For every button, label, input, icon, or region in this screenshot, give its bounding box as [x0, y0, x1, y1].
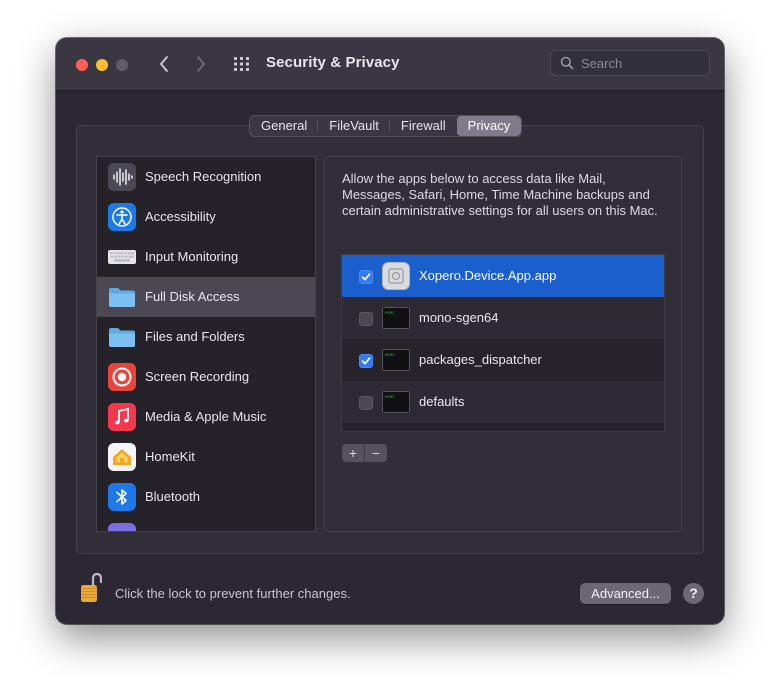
app-checkbox[interactable]	[359, 312, 373, 326]
app-list[interactable]: Xopero.Device.App.app exec mono-sgen64 e…	[341, 254, 665, 432]
screen-recording-icon	[108, 363, 136, 391]
add-remove-control: + −	[342, 444, 387, 462]
music-note-icon	[108, 403, 136, 431]
chevron-left-icon	[160, 56, 168, 72]
sidebar-item-label: Input Monitoring	[145, 249, 239, 264]
app-row-mono-sgen64[interactable]: exec mono-sgen64	[342, 297, 664, 339]
full-disk-access-panel: Allow the apps below to access data like…	[324, 156, 682, 532]
sidebar-item-speech-recognition[interactable]: Speech Recognition	[97, 157, 315, 197]
help-button[interactable]: ?	[683, 583, 704, 604]
tab-privacy[interactable]: Privacy	[456, 116, 522, 136]
sidebar-item-bluetooth[interactable]: Bluetooth	[97, 477, 315, 517]
unlocked-lock-icon[interactable]	[80, 572, 102, 604]
svg-text:exec: exec	[385, 352, 395, 357]
terminal-exec-icon: exec	[382, 307, 410, 329]
tab-bar: General FileVault Firewall Privacy	[249, 115, 523, 137]
show-all-button[interactable]	[232, 55, 252, 73]
checkmark-icon	[361, 273, 371, 281]
tab-general[interactable]: General	[250, 116, 319, 136]
app-row-xopero[interactable]: Xopero.Device.App.app	[342, 255, 664, 297]
chevron-right-icon	[197, 56, 205, 72]
sidebar-item-accessibility[interactable]: Accessibility	[97, 197, 315, 237]
sidebar-item-full-disk-access[interactable]: Full Disk Access	[97, 277, 315, 317]
sidebar-item-label: HomeKit	[145, 449, 195, 464]
home-icon	[108, 443, 136, 471]
remove-app-button[interactable]: −	[365, 444, 387, 462]
accessibility-icon	[108, 203, 136, 231]
window-title: Security & Privacy	[266, 54, 400, 71]
svg-text:exec: exec	[385, 310, 395, 315]
sidebar-item-label: Speech Recognition	[145, 169, 262, 184]
grid-icon	[234, 57, 249, 71]
generic-app-icon	[382, 262, 410, 290]
folder-icon	[109, 328, 135, 347]
sidebar-item-files-and-folders[interactable]: Files and Folders	[97, 317, 315, 357]
forward-button[interactable]	[190, 53, 212, 75]
add-app-button[interactable]: +	[342, 444, 365, 462]
sidebar-item-label: Media & Apple Music	[145, 409, 267, 424]
sidebar-item-label: Screen Recording	[145, 369, 250, 384]
privacy-category-list[interactable]: Speech Recognition Accessibility Input M…	[96, 156, 316, 532]
folder-icon	[109, 288, 135, 307]
app-checkbox[interactable]	[359, 270, 373, 284]
app-name: mono-sgen64	[419, 310, 499, 325]
zoom-window-button[interactable]	[116, 59, 128, 71]
sidebar-item-label: Files and Folders	[145, 329, 245, 344]
panel-description: Allow the apps below to access data like…	[342, 171, 658, 218]
svg-text:exec: exec	[385, 394, 395, 399]
app-checkbox[interactable]	[359, 396, 373, 410]
close-window-button[interactable]	[76, 59, 88, 71]
terminal-exec-icon: exec	[382, 349, 410, 371]
sidebar-item-label: Bluetooth	[145, 489, 200, 504]
search-input[interactable]	[581, 54, 701, 72]
bluetooth-icon	[108, 483, 136, 511]
sidebar-item-input-monitoring[interactable]: Input Monitoring	[97, 237, 315, 277]
waveform-icon	[108, 163, 136, 191]
preferences-window: Security & Privacy General FileVault Fir…	[56, 38, 724, 624]
checkmark-icon	[361, 357, 371, 365]
terminal-exec-icon	[382, 430, 410, 432]
lock-status-text: Click the lock to prevent further change…	[115, 586, 351, 601]
app-icon	[108, 523, 136, 531]
terminal-exec-icon: exec	[382, 391, 410, 413]
sidebar-item-media-apple-music[interactable]: Media & Apple Music	[97, 397, 315, 437]
app-row-packages-dispatcher[interactable]: exec packages_dispatcher	[342, 339, 664, 381]
sidebar-item-label: Accessibility	[145, 209, 216, 224]
app-name: packages_dispatcher	[419, 352, 542, 367]
app-name: defaults	[419, 394, 465, 409]
search-icon	[560, 56, 574, 70]
tab-firewall[interactable]: Firewall	[390, 116, 457, 136]
title-bar: Security & Privacy	[56, 38, 724, 91]
sidebar-item-label: Full Disk Access	[145, 289, 240, 304]
sidebar-item-homekit[interactable]: HomeKit	[97, 437, 315, 477]
advanced-button[interactable]: Advanced...	[580, 583, 671, 604]
keyboard-icon	[108, 250, 136, 264]
sidebar-item-partial[interactable]	[97, 517, 315, 531]
tab-filevault[interactable]: FileVault	[318, 116, 390, 136]
app-name: Xopero.Device.App.app	[419, 268, 557, 283]
minimize-window-button[interactable]	[96, 59, 108, 71]
back-button[interactable]	[153, 53, 175, 75]
sidebar-item-screen-recording[interactable]: Screen Recording	[97, 357, 315, 397]
search-field[interactable]	[550, 50, 710, 76]
app-row-partial[interactable]	[342, 423, 664, 432]
app-checkbox[interactable]	[359, 354, 373, 368]
app-row-defaults[interactable]: exec defaults	[342, 381, 664, 423]
